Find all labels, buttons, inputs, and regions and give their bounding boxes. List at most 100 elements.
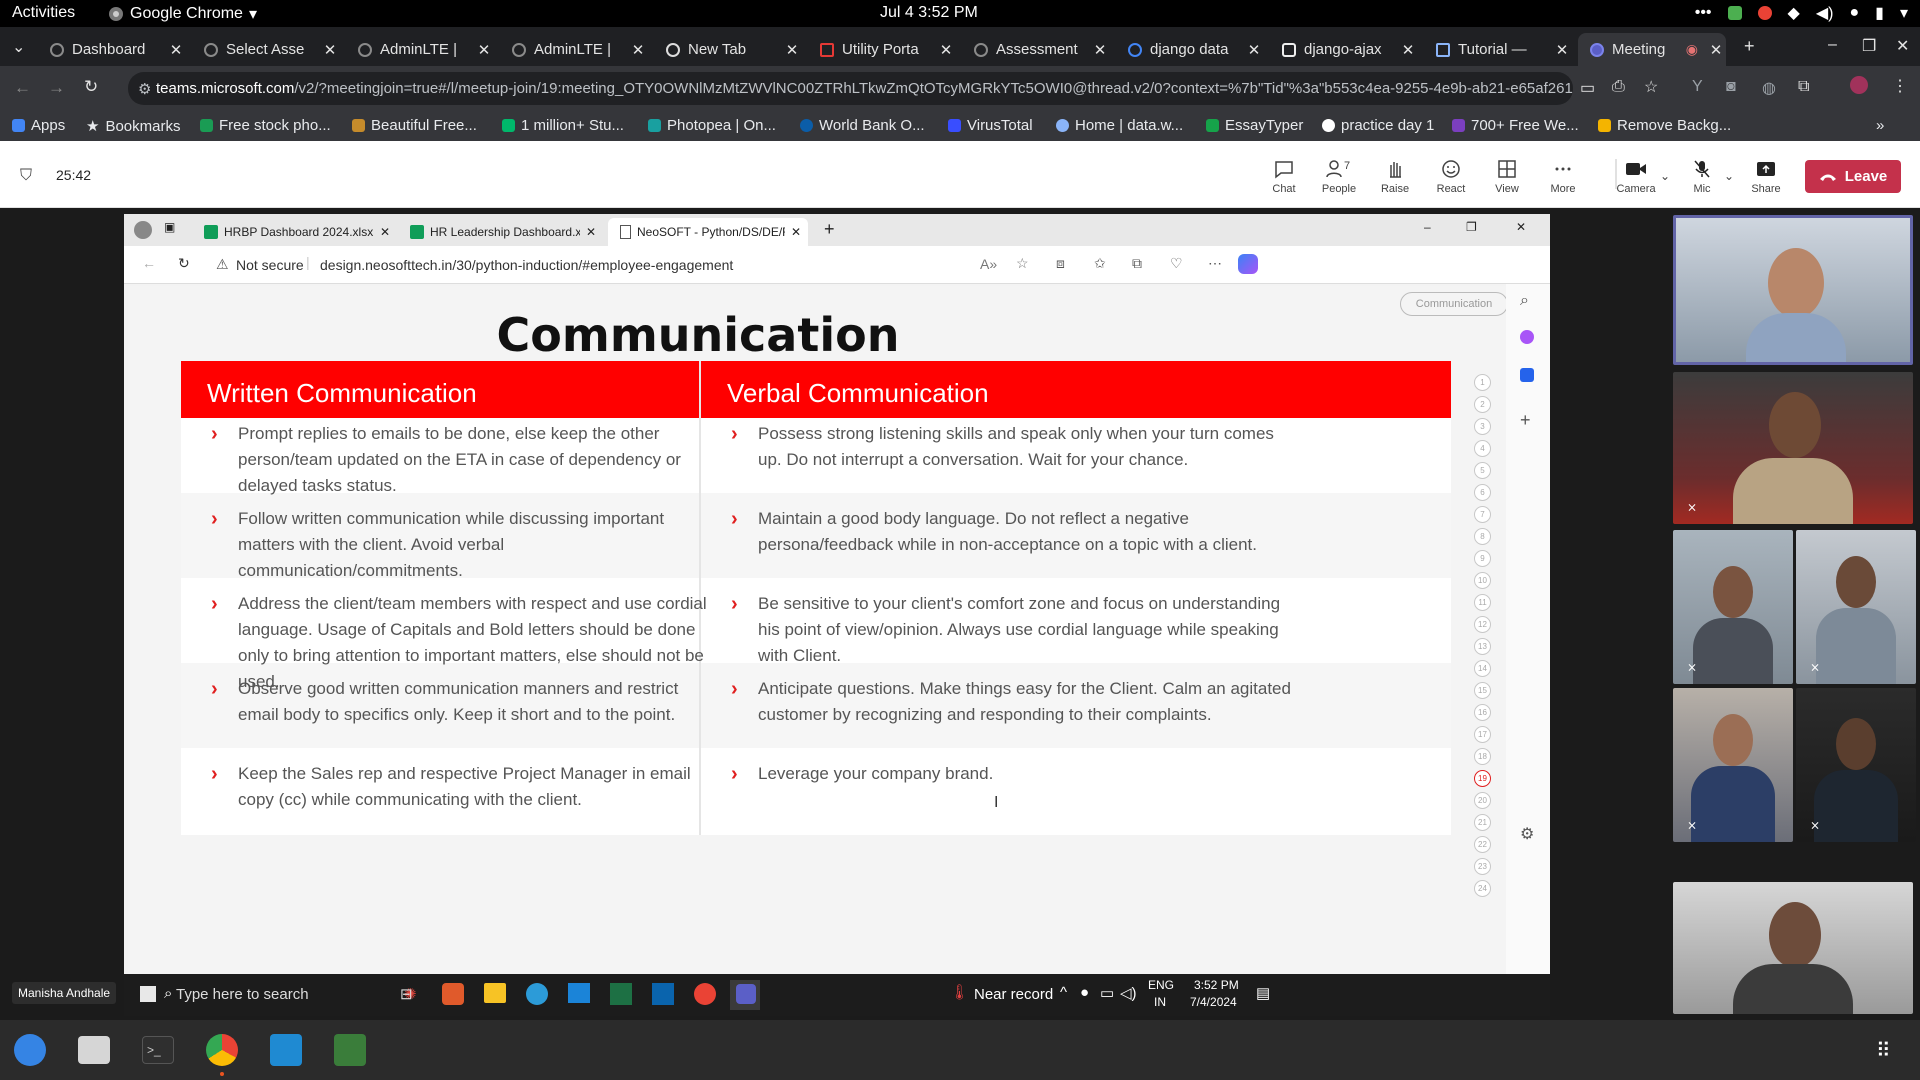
minimize-button[interactable]: – <box>1828 36 1837 54</box>
react-button[interactable]: React <box>1427 159 1475 195</box>
favorites-icon[interactable]: ✩ <box>1094 255 1106 272</box>
slide-nav-dot[interactable]: 4 <box>1474 440 1491 457</box>
share-button[interactable]: Share <box>1742 159 1790 195</box>
camera-ext-icon[interactable]: ◙ <box>1726 78 1736 96</box>
restore-button[interactable]: ❐ <box>1862 36 1876 56</box>
extensions-icon[interactable]: ⧉ <box>1798 78 1809 96</box>
profile-avatar[interactable] <box>1850 76 1868 94</box>
close-tab-icon[interactable]: ✕ <box>1398 41 1418 59</box>
close-tab-icon[interactable]: ✕ <box>936 41 956 59</box>
mic-options-chevron-icon[interactable]: ⌄ <box>1724 169 1734 183</box>
chrome-tab[interactable]: New Tab ✕ <box>654 33 802 66</box>
chrome-tab[interactable]: Tutorial — ✕ <box>1424 33 1572 66</box>
skype-icon[interactable] <box>442 983 464 1005</box>
back-button[interactable]: ← <box>14 78 31 98</box>
collections-icon[interactable]: ⧉ <box>1132 255 1142 272</box>
minimize-button[interactable]: – <box>1424 220 1431 234</box>
bookmark-item[interactable]: 700+ Free We... <box>1452 117 1579 134</box>
excel-icon[interactable] <box>610 983 632 1005</box>
chrome-tab[interactable]: Dashboard ✕ <box>38 33 186 66</box>
bookmark-item[interactable]: ★ Bookmarks <box>86 117 180 136</box>
slide-nav-dot[interactable]: 8 <box>1474 528 1491 545</box>
address-bar[interactable]: ⚙ teams.microsoft.com/v2/?meetingjoin=tr… <box>128 72 1573 105</box>
tab-search-icon[interactable]: ⌄ <box>12 37 25 57</box>
slide-nav-dot[interactable]: 19 <box>1474 770 1491 787</box>
camera-button[interactable]: Camera <box>1612 159 1660 195</box>
games-icon[interactable] <box>1520 330 1534 344</box>
close-tab-icon[interactable]: ✕ <box>320 41 340 59</box>
chrome-tab[interactable]: django-ajax ✕ <box>1270 33 1418 66</box>
system-tray[interactable]: ••• ◆ ◀) ● ▮ ▾ <box>1695 3 1908 23</box>
app-menu[interactable]: Google Chrome ▾ <box>108 4 257 24</box>
close-tab-icon[interactable]: ✕ <box>1552 41 1572 59</box>
slide-nav-dot[interactable]: 1 <box>1474 374 1491 391</box>
close-tab-icon[interactable]: ✕ <box>166 41 186 59</box>
slide-nav-dot[interactable]: 16 <box>1474 704 1491 721</box>
edge-tab[interactable]: HRBP Dashboard 2024.xlsx - Goo ✕ <box>196 218 396 246</box>
participant-video[interactable]: ⨯ <box>1796 688 1916 842</box>
participant-video-active-speaker[interactable] <box>1673 215 1913 365</box>
mic-tray-icon[interactable]: ● <box>1080 984 1089 1001</box>
outlook-taskbar-icon[interactable] <box>652 983 674 1005</box>
close-tab-icon[interactable]: ✕ <box>1244 41 1264 59</box>
mic-tray-icon[interactable]: ● <box>1849 4 1859 22</box>
self-video[interactable] <box>1673 882 1913 1014</box>
system-clock[interactable]: Jul 4 3:52 PM <box>880 4 978 22</box>
file-explorer-icon[interactable] <box>484 983 506 1003</box>
show-apps-grid-icon[interactable]: ⠿ <box>1876 1038 1891 1063</box>
wifi-icon[interactable]: ◆ <box>1788 3 1800 23</box>
bookmark-star-icon[interactable]: ☆ <box>1644 77 1658 97</box>
windows-start-icon[interactable] <box>140 986 156 1002</box>
edge-tab[interactable]: HR Leadership Dashboard.xlsx - G ✕ <box>402 218 602 246</box>
weather-label[interactable]: Near record <box>974 986 1053 1003</box>
bookmark-item[interactable]: Home | data.w... <box>1056 117 1183 134</box>
bookmark-item[interactable]: VirusTotal <box>948 117 1033 134</box>
close-window-button[interactable]: ✕ <box>1896 36 1909 56</box>
mic-button[interactable]: Mic <box>1678 159 1726 195</box>
more-icon[interactable]: ••• <box>1695 4 1712 22</box>
bookmark-item[interactable]: World Bank O... <box>800 117 925 134</box>
people-button[interactable]: 7 People <box>1315 159 1363 195</box>
forward-button[interactable]: → <box>48 78 65 98</box>
bookmark-item[interactable]: Photopea | On... <box>648 117 776 134</box>
thunderbird-icon[interactable] <box>14 1034 46 1066</box>
power-icon[interactable]: ▾ <box>1900 3 1908 23</box>
taskbar-date[interactable]: 7/4/2024 <box>1190 995 1237 1009</box>
battery-icon[interactable]: ▭ <box>1100 984 1114 1002</box>
install-icon[interactable]: ⎙ <box>1612 78 1625 96</box>
region-label[interactable]: IN <box>1154 995 1166 1009</box>
slide-nav-dot[interactable]: 15 <box>1474 682 1491 699</box>
bookmark-item[interactable]: Remove Backg... <box>1598 117 1731 134</box>
settings-gear-icon[interactable]: ⚙ <box>1520 824 1534 844</box>
search-icon[interactable]: ⌕ <box>164 985 172 1002</box>
slide-nav-dot[interactable]: 7 <box>1474 506 1491 523</box>
cast-icon[interactable]: ▭ <box>1580 78 1595 98</box>
back-button[interactable]: ← <box>142 255 156 271</box>
taskbar-time[interactable]: 3:52 PM <box>1194 978 1239 992</box>
chrome-tab[interactable]: Assessment ✕ <box>962 33 1110 66</box>
vscode-icon[interactable] <box>270 1034 302 1066</box>
battery-icon[interactable]: ▮ <box>1875 3 1884 23</box>
chrome-tray-icon[interactable] <box>1757 6 1772 20</box>
view-button[interactable]: View <box>1483 159 1531 195</box>
edge-url[interactable]: design.neosofttech.in/30/python-inductio… <box>320 257 733 273</box>
slide-nav-dot[interactable]: 5 <box>1474 462 1491 479</box>
mail-icon[interactable] <box>568 983 590 1003</box>
slide-nav-dot[interactable]: 20 <box>1474 792 1491 809</box>
chrome-tab[interactable]: django data ✕ <box>1116 33 1264 66</box>
chrome-tab[interactable]: Select Asse ✕ <box>192 33 340 66</box>
app-icon[interactable] <box>334 1034 366 1066</box>
reload-button[interactable]: ↻ <box>84 77 98 97</box>
lang-label[interactable]: ENG <box>1148 978 1174 992</box>
slide-nav-dot[interactable]: 2 <box>1474 396 1491 413</box>
bookmark-item[interactable]: 1 million+ Stu... <box>502 117 624 134</box>
participant-video[interactable]: ⨯ <box>1673 530 1793 684</box>
slide-nav-dot[interactable]: 3 <box>1474 418 1491 435</box>
edge-profile-avatar[interactable] <box>134 221 152 239</box>
tray-chevron-icon[interactable]: ^ <box>1060 984 1067 1001</box>
teams-taskbar-icon[interactable] <box>736 984 756 1004</box>
chrome-tab-active[interactable]: Meeting ◉ ✕ <box>1578 33 1726 66</box>
outlook-icon[interactable] <box>1520 368 1534 382</box>
bookmark-item[interactable]: Free stock pho... <box>200 117 331 134</box>
more-bookmarks-icon[interactable]: » <box>1876 117 1884 134</box>
